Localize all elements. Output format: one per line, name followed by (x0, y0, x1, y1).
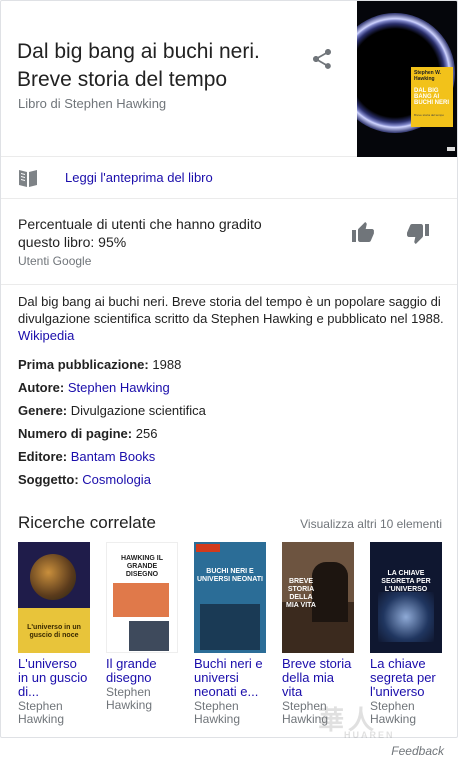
related-book-item[interactable]: BREVE STORIA DELLA MIA VITA Breve storia… (282, 542, 354, 726)
publisher-logo (447, 147, 455, 151)
thumbs-up-icon[interactable] (351, 221, 375, 245)
fact-label: Prima pubblicazione: (18, 357, 149, 372)
view-more-link[interactable]: Visualizza altri 10 elementi (300, 517, 442, 531)
author-link[interactable]: Stephen Hawking (68, 380, 170, 395)
preview-book-link[interactable]: Leggi l'anteprima del libro (1, 157, 457, 199)
related-book-author: Stephen Hawking (194, 699, 241, 726)
book-title: Dal big bang ai buchi neri. Breve storia… (17, 40, 260, 91)
knowledge-panel: Dal big bang ai buchi neri. Breve storia… (0, 0, 458, 738)
cover-text: BREVE STORIA DELLA MIA VITA (286, 578, 316, 609)
cover-title: DAL BIG BANG AI BUCHI NERI (414, 88, 450, 106)
related-book-cover[interactable]: LA CHIAVE SEGRETA PER L'UNIVERSO (370, 542, 442, 653)
book-subtitle: Libro di Stephen Hawking (18, 96, 167, 111)
fact-first-publication: Prima pubblicazione: 1988 (18, 356, 446, 379)
description-text: Dal big bang ai buchi neri. Breve storia… (18, 294, 444, 326)
fact-subject: Soggetto: Cosmologia (18, 471, 446, 494)
thumbs-down-icon[interactable] (406, 221, 430, 245)
cover-art (113, 583, 169, 617)
watermark-logo: 華人 HUAREN (318, 705, 395, 740)
book-facts: Prima pubblicazione: 1988 Autore: Stephe… (18, 356, 446, 494)
related-book-title[interactable]: L'universo in un guscio di... (18, 657, 90, 699)
related-book-title[interactable]: La chiave segreta per l'universo (370, 657, 442, 699)
cover-book-thumbnail: Stephen W. Hawking DAL BIG BANG AI BUCHI… (411, 67, 453, 127)
fact-value: Divulgazione scientifica (70, 403, 206, 418)
related-book-cover[interactable]: BREVE STORIA DELLA MIA VITA (282, 542, 354, 653)
related-book-author: Stephen Hawking (106, 685, 153, 712)
fact-genre: Genere: Divulgazione scientifica (18, 402, 446, 425)
fact-value: 256 (135, 426, 158, 441)
cover-text: L'universo in un guscio di noce (27, 624, 81, 639)
cover-tagline: Breve storia del tempo (414, 113, 445, 117)
fact-pages: Numero di pagine: 256 (18, 425, 446, 448)
fact-label: Genere: (18, 403, 68, 418)
book-description: Dal big bang ai buchi neri. Breve storia… (18, 293, 446, 344)
cover-photo (129, 621, 169, 651)
fact-label: Autore: (18, 380, 65, 395)
panel-header: Dal big bang ai buchi neri. Breve storia… (1, 1, 457, 157)
related-book-title[interactable]: Breve storia della mia vita (282, 657, 354, 699)
rating-source: Utenti Google (18, 254, 92, 268)
related-book-item[interactable]: HAWKING IL GRANDE DISEGNO Il grande dise… (106, 542, 178, 712)
rating-text: Percentuale di utenti che hanno gradito … (18, 216, 262, 250)
preview-label[interactable]: Leggi l'anteprima del libro (65, 170, 213, 185)
related-book-item[interactable]: L'universo in un guscio di noce L'univer… (18, 542, 90, 726)
cover-text: BUCHI NERI E UNIVERSI NEONATI (197, 568, 263, 583)
publisher-mark (196, 544, 220, 552)
related-book-item[interactable]: LA CHIAVE SEGRETA PER L'UNIVERSO La chia… (370, 542, 442, 726)
related-searches-title: Ricerche correlate (18, 513, 156, 532)
user-rating: Percentuale di utenti che hanno gradito … (1, 199, 457, 285)
cover-art (200, 604, 260, 650)
publisher-link[interactable]: Bantam Books (71, 449, 156, 464)
subject-link[interactable]: Cosmologia (82, 472, 151, 487)
share-icon[interactable] (310, 47, 334, 71)
fact-label: Numero di pagine: (18, 426, 133, 441)
wikipedia-link[interactable]: Wikipedia (18, 328, 74, 343)
cover-text: HAWKING IL GRANDE DISEGNO (121, 555, 163, 578)
cover-art (378, 592, 434, 642)
fact-value: 1988 (152, 357, 182, 372)
open-book-icon (17, 167, 41, 194)
cover-art (30, 554, 76, 600)
related-book-cover[interactable]: HAWKING IL GRANDE DISEGNO (106, 542, 178, 653)
fact-label: Editore: (18, 449, 68, 464)
related-book-cover[interactable]: L'universo in un guscio di noce (18, 542, 90, 653)
related-book-cover[interactable]: BUCHI NERI E UNIVERSI NEONATI (194, 542, 266, 653)
cover-text: LA CHIAVE SEGRETA PER L'UNIVERSO (381, 570, 431, 593)
related-book-item[interactable]: BUCHI NERI E UNIVERSI NEONATI Buchi neri… (194, 542, 266, 726)
related-book-title[interactable]: Buchi neri e universi neonati e... (194, 657, 266, 699)
fact-publisher: Editore: Bantam Books (18, 448, 446, 471)
cover-author: Stephen W. Hawking (414, 70, 441, 82)
fact-label: Soggetto: (18, 472, 79, 487)
book-cover-image[interactable]: Stephen W. Hawking DAL BIG BANG AI BUCHI… (357, 1, 457, 157)
related-book-title[interactable]: Il grande disegno (106, 657, 178, 685)
related-searches-header: Ricerche correlate Visualizza altri 10 e… (18, 513, 442, 533)
fact-author: Autore: Stephen Hawking (18, 379, 446, 402)
related-book-author: Stephen Hawking (18, 699, 65, 726)
